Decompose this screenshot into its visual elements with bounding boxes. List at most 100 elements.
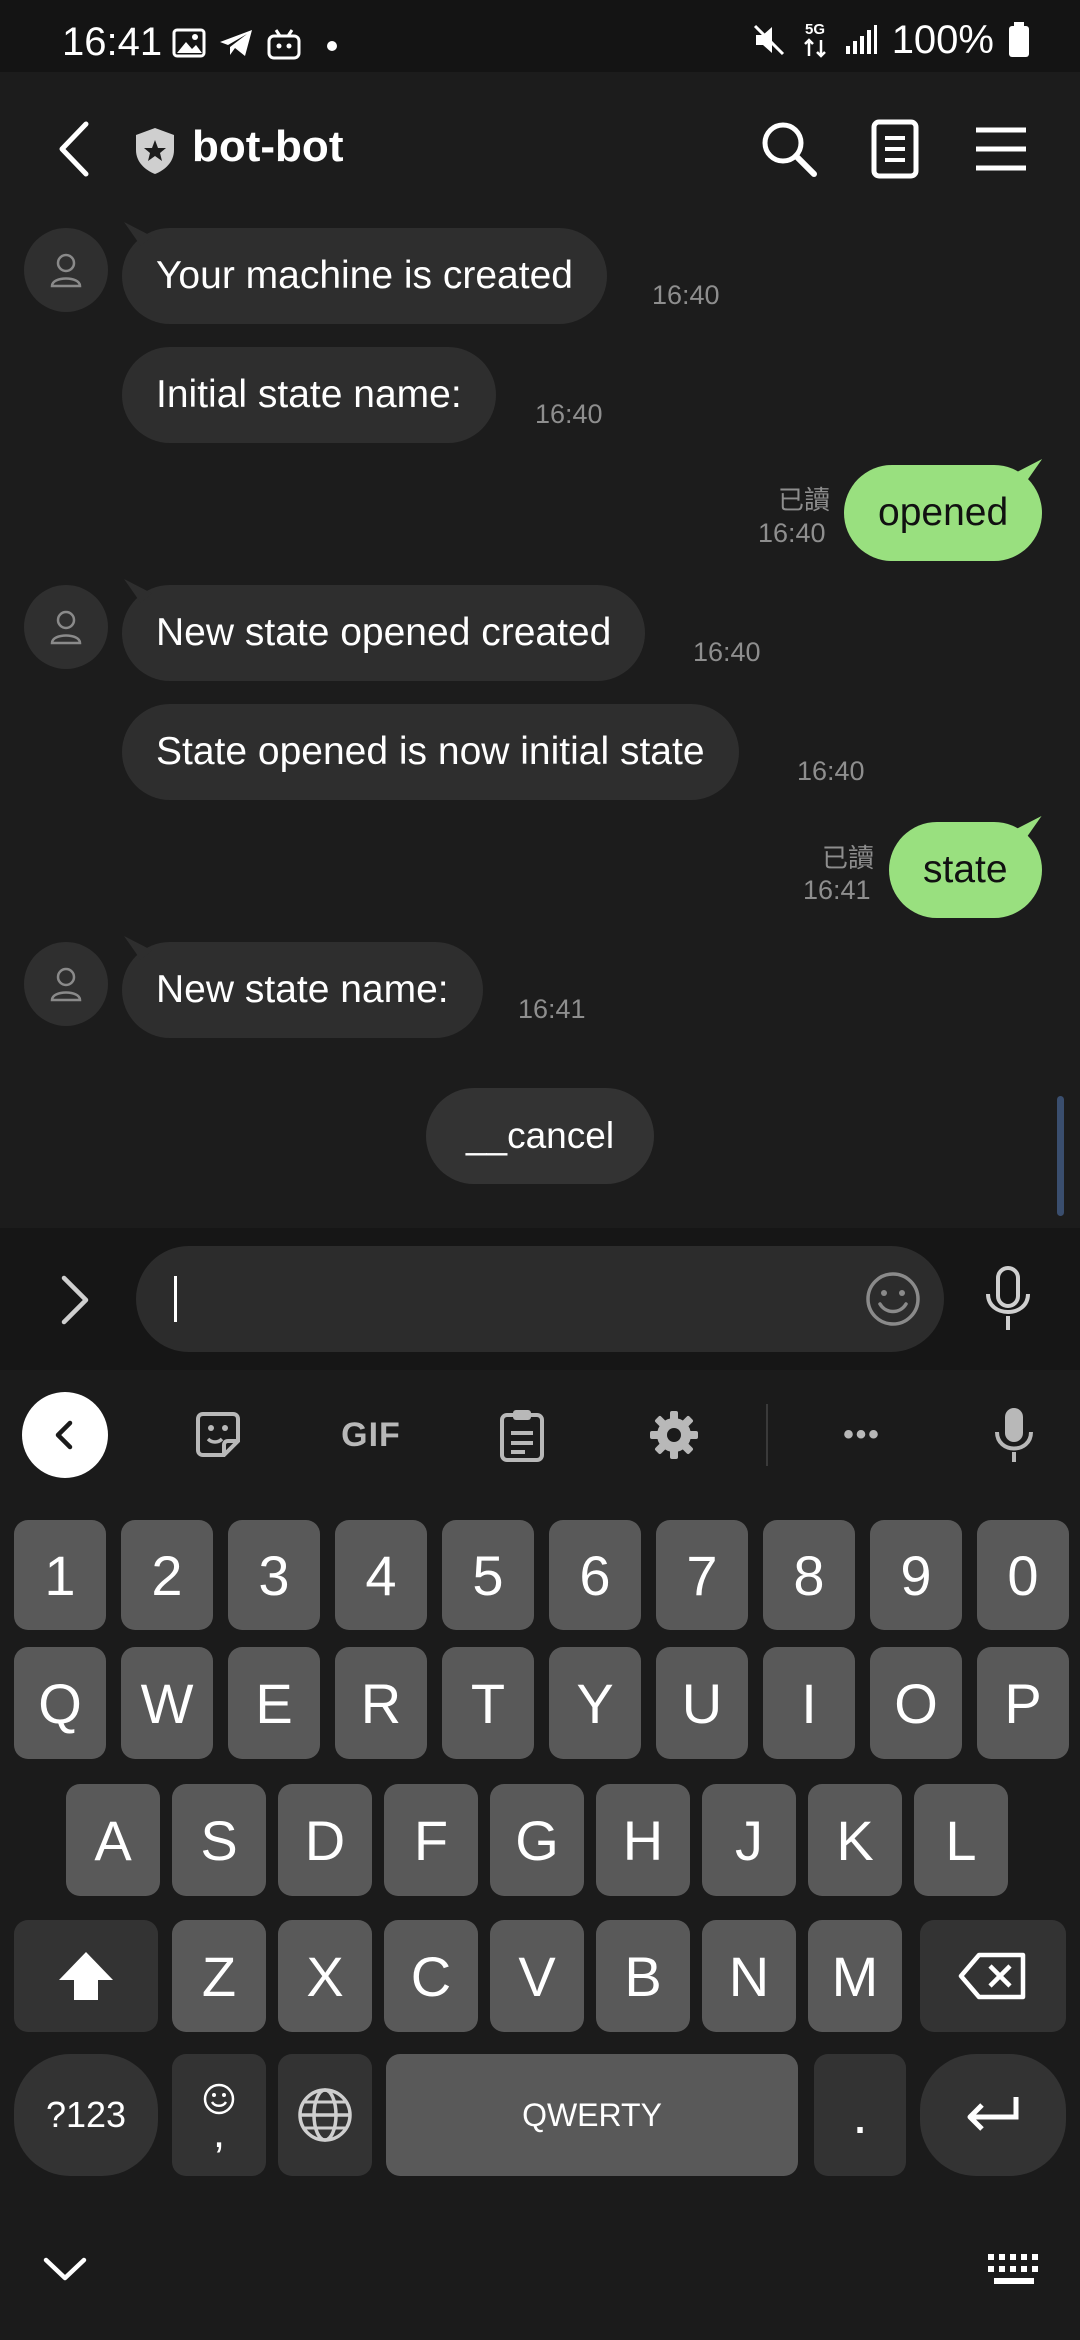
key-b[interactable]: B xyxy=(596,1920,690,2032)
message-list[interactable]: Your machine is created 16:40 Initial st… xyxy=(0,228,1080,1228)
key-7[interactable]: 7 xyxy=(656,1520,748,1630)
clipboard-button[interactable] xyxy=(492,1406,552,1464)
keyboard-voice-input-button[interactable] xyxy=(984,1406,1044,1464)
key-a[interactable]: A xyxy=(66,1784,160,1896)
enter-icon xyxy=(967,2097,1019,2131)
key-s[interactable]: S xyxy=(172,1784,266,1896)
key-g[interactable]: G xyxy=(490,1784,584,1896)
message-bubble[interactable]: New state opened created xyxy=(122,585,646,681)
space-key[interactable]: QWERTY xyxy=(386,2054,798,2176)
status-time: 16:41 xyxy=(62,20,163,64)
key-i[interactable]: I xyxy=(763,1647,855,1759)
notes-button[interactable] xyxy=(862,116,928,182)
key-e[interactable]: E xyxy=(228,1647,320,1759)
key-d[interactable]: D xyxy=(278,1784,372,1896)
key-5[interactable]: 5 xyxy=(442,1520,534,1630)
key-j[interactable]: J xyxy=(702,1784,796,1896)
key-1[interactable]: 1 xyxy=(14,1520,106,1630)
shift-key[interactable] xyxy=(14,1920,158,2032)
key-v[interactable]: V xyxy=(490,1920,584,2032)
notification-dot-icon xyxy=(327,41,337,51)
language-key[interactable] xyxy=(278,2054,372,2176)
key-8[interactable]: 8 xyxy=(763,1520,855,1630)
backspace-key[interactable] xyxy=(920,1920,1066,2032)
key-3[interactable]: 3 xyxy=(228,1520,320,1630)
message-bubble[interactable]: Your machine is created xyxy=(122,228,607,324)
bot-avatar[interactable] xyxy=(24,228,108,312)
chat-title: bot-bot xyxy=(192,122,344,171)
key-2[interactable]: 2 xyxy=(121,1520,213,1630)
key-x[interactable]: X xyxy=(278,1920,372,2032)
key-t[interactable]: T xyxy=(442,1647,534,1759)
key-h[interactable]: H xyxy=(596,1784,690,1896)
search-button[interactable] xyxy=(756,116,822,182)
emoji-button[interactable] xyxy=(864,1270,922,1328)
settings-button[interactable] xyxy=(644,1406,704,1464)
message-input[interactable] xyxy=(136,1246,944,1352)
key-w[interactable]: W xyxy=(121,1647,213,1759)
person-icon xyxy=(50,610,82,645)
backspace-icon xyxy=(958,1952,1026,2000)
voice-message-button[interactable] xyxy=(978,1264,1038,1334)
message-time: 16:41 xyxy=(803,875,871,905)
key-9[interactable]: 9 xyxy=(870,1520,962,1630)
key-l[interactable]: L xyxy=(914,1784,1008,1896)
signal-icon xyxy=(845,25,877,54)
key-c[interactable]: C xyxy=(384,1920,478,2032)
key-k[interactable]: K xyxy=(808,1784,902,1896)
svg-text:5G: 5G xyxy=(805,21,825,38)
status-right: 5G 100% xyxy=(752,17,1030,62)
more-options-button[interactable]: ••• xyxy=(832,1406,892,1464)
key-r[interactable]: R xyxy=(335,1647,427,1759)
key-n[interactable]: N xyxy=(702,1920,796,2032)
key-p[interactable]: P xyxy=(977,1647,1069,1759)
hide-keyboard-button[interactable] xyxy=(40,2250,90,2290)
keyboard-switch-button[interactable] xyxy=(988,2254,1040,2286)
gif-label: GIF xyxy=(341,1415,401,1454)
key-z[interactable]: Z xyxy=(172,1920,266,2032)
person-icon xyxy=(50,967,82,1002)
official-account-shield-icon xyxy=(136,128,174,174)
key-u[interactable]: U xyxy=(656,1647,748,1759)
gif-button[interactable]: GIF xyxy=(326,1406,416,1464)
my-message-bubble[interactable]: state xyxy=(889,822,1042,918)
message-bubble[interactable]: New state name: xyxy=(122,942,483,1038)
key-6[interactable]: 6 xyxy=(549,1520,641,1630)
keyboard-toolbar-collapse-button[interactable] xyxy=(22,1392,108,1478)
scrollbar[interactable] xyxy=(1057,1096,1064,1216)
enter-key[interactable] xyxy=(920,2054,1066,2176)
quick-reply-cancel-button[interactable]: __cancel xyxy=(426,1088,654,1184)
message-bubble[interactable]: Initial state name: xyxy=(122,347,496,443)
key-y[interactable]: Y xyxy=(549,1647,641,1759)
expand-menu-button[interactable] xyxy=(50,1270,100,1330)
message-time: 16:41 xyxy=(518,994,586,1024)
key-0[interactable]: 0 xyxy=(977,1520,1069,1630)
comma-emoji-key[interactable]: , xyxy=(172,2054,266,2176)
bot-avatar[interactable] xyxy=(24,585,108,669)
read-receipt: 已讀 xyxy=(777,485,830,515)
key-m[interactable]: M xyxy=(808,1920,902,2032)
chevron-left-icon xyxy=(55,1420,73,1450)
key-4[interactable]: 4 xyxy=(335,1520,427,1630)
message-time: 16:40 xyxy=(535,399,603,429)
key-o[interactable]: O xyxy=(870,1647,962,1759)
keyboard: GIF ••• 1 2 3 4 5 6 7 8 9 0 Q W E R T Y … xyxy=(0,1370,1080,2340)
message-bubble[interactable]: State opened is now initial state xyxy=(122,704,739,800)
toolbar-divider xyxy=(766,1404,768,1466)
my-message-bubble[interactable]: opened xyxy=(844,465,1043,561)
symbols-key[interactable]: ?123 xyxy=(14,2054,158,2176)
key-f[interactable]: F xyxy=(384,1784,478,1896)
period-key[interactable]: . xyxy=(814,2054,906,2176)
bot-avatar[interactable] xyxy=(24,942,108,1026)
clipboard-icon xyxy=(500,1410,544,1462)
sticker-icon xyxy=(196,1412,240,1457)
person-icon xyxy=(50,253,82,288)
space-key-label: QWERTY xyxy=(522,2096,662,2133)
sticker-button[interactable] xyxy=(188,1406,248,1464)
read-receipt: 已讀 xyxy=(821,843,874,873)
menu-button[interactable] xyxy=(968,116,1034,182)
key-q[interactable]: Q xyxy=(14,1647,106,1759)
5g-icon: 5G xyxy=(803,21,826,58)
back-button[interactable] xyxy=(52,116,108,182)
battery-percent: 100% xyxy=(891,17,994,62)
